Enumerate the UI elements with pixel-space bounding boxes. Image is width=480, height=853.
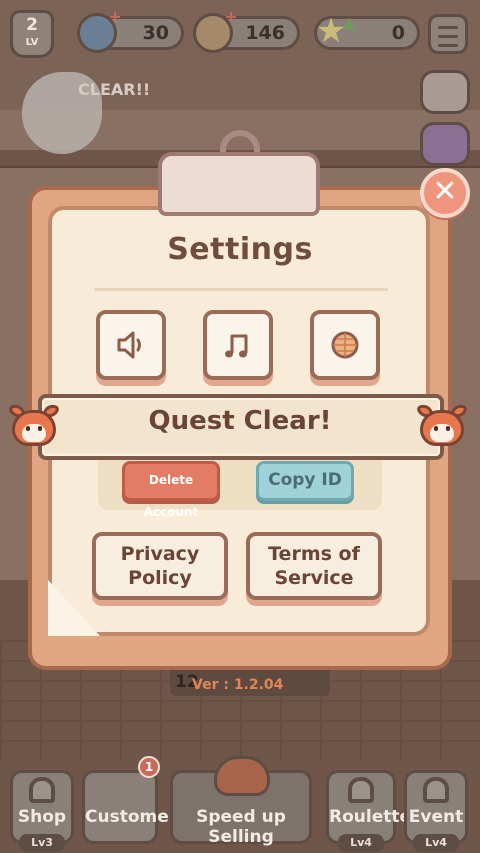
sound-toggle-button[interactable]	[96, 310, 166, 380]
nav-event[interactable]: Event Lv4	[404, 770, 468, 852]
red-panda-mascot-icon	[214, 756, 270, 796]
title-divider	[94, 288, 388, 291]
add-gem-icon: +	[108, 7, 122, 26]
nav-shop-label: Shop	[17, 807, 67, 827]
nav-shop-level: Lv3	[19, 834, 65, 852]
close-button[interactable]: ✕	[420, 168, 470, 218]
panda-eye	[26, 426, 30, 431]
clipboard-clip	[158, 152, 320, 216]
level-up-arrow-icon: ▲	[343, 13, 356, 32]
menu-button[interactable]	[428, 14, 468, 54]
terms-of-service-button[interactable]: Terms of Service	[246, 532, 382, 600]
nav-roulette-label: Roulette	[329, 807, 412, 827]
coin-counter[interactable]: + 146	[193, 9, 300, 53]
level-label: LV	[25, 37, 39, 48]
nav-customer[interactable]: Customer	[82, 770, 178, 844]
delete-account-button[interactable]: Delete Account	[122, 461, 220, 519]
version-label: Ver : 1.2.04	[192, 677, 284, 693]
close-icon: ✕	[432, 174, 458, 209]
language-button[interactable]	[310, 310, 380, 380]
lock-icon	[29, 777, 55, 803]
level-number: 2	[26, 15, 38, 35]
speaker-icon	[117, 331, 141, 359]
nav-roulette-level: Lv4	[338, 834, 384, 852]
copy-id-button[interactable]: Copy ID	[256, 461, 354, 501]
red-panda-icon	[8, 402, 60, 450]
level-badge[interactable]: 2 LV	[10, 10, 54, 58]
gem-value: 30	[142, 22, 169, 44]
privacy-policy-button[interactable]: Privacy Policy	[92, 532, 228, 600]
nav-event-level: Lv4	[413, 834, 459, 852]
top-bar: 2 LV + 30 + 146 ★ ▲ 0	[0, 0, 480, 70]
panda-eye	[446, 426, 450, 431]
add-coin-icon: +	[224, 7, 238, 26]
star-counter[interactable]: ★ ▲ 0	[314, 13, 420, 50]
gem-counter[interactable]: + 30	[77, 9, 184, 53]
costume-shirt-icon[interactable]	[420, 122, 470, 166]
nav-speed-label: Speed up Selling	[196, 807, 286, 847]
nav-customer-label: Customer	[85, 807, 178, 827]
menu-icon-line	[438, 35, 458, 38]
globe-icon	[331, 331, 359, 359]
panda-eye	[38, 426, 42, 431]
coin-value: 146	[245, 22, 285, 44]
piggy-bank-icon[interactable]	[420, 70, 470, 114]
customer-notification-badge: 1	[138, 756, 160, 778]
menu-icon-line	[438, 44, 458, 47]
music-note-icon	[225, 334, 248, 358]
quest-clear-text: Quest Clear!	[148, 406, 332, 436]
music-toggle-button[interactable]	[203, 310, 273, 380]
star-value: 0	[391, 22, 405, 44]
lock-icon	[348, 777, 374, 803]
red-panda-icon	[416, 402, 468, 450]
settings-title: Settings	[167, 232, 313, 267]
nav-roulette[interactable]: Roulette Lv4	[326, 770, 412, 852]
nav-event-label: Event	[408, 807, 464, 827]
nav-shop[interactable]: Shop Lv3	[10, 770, 74, 852]
menu-icon	[438, 26, 458, 29]
clear-tag: CLEAR!!	[78, 80, 151, 99]
panda-eye	[434, 426, 438, 431]
lock-icon	[423, 777, 449, 803]
